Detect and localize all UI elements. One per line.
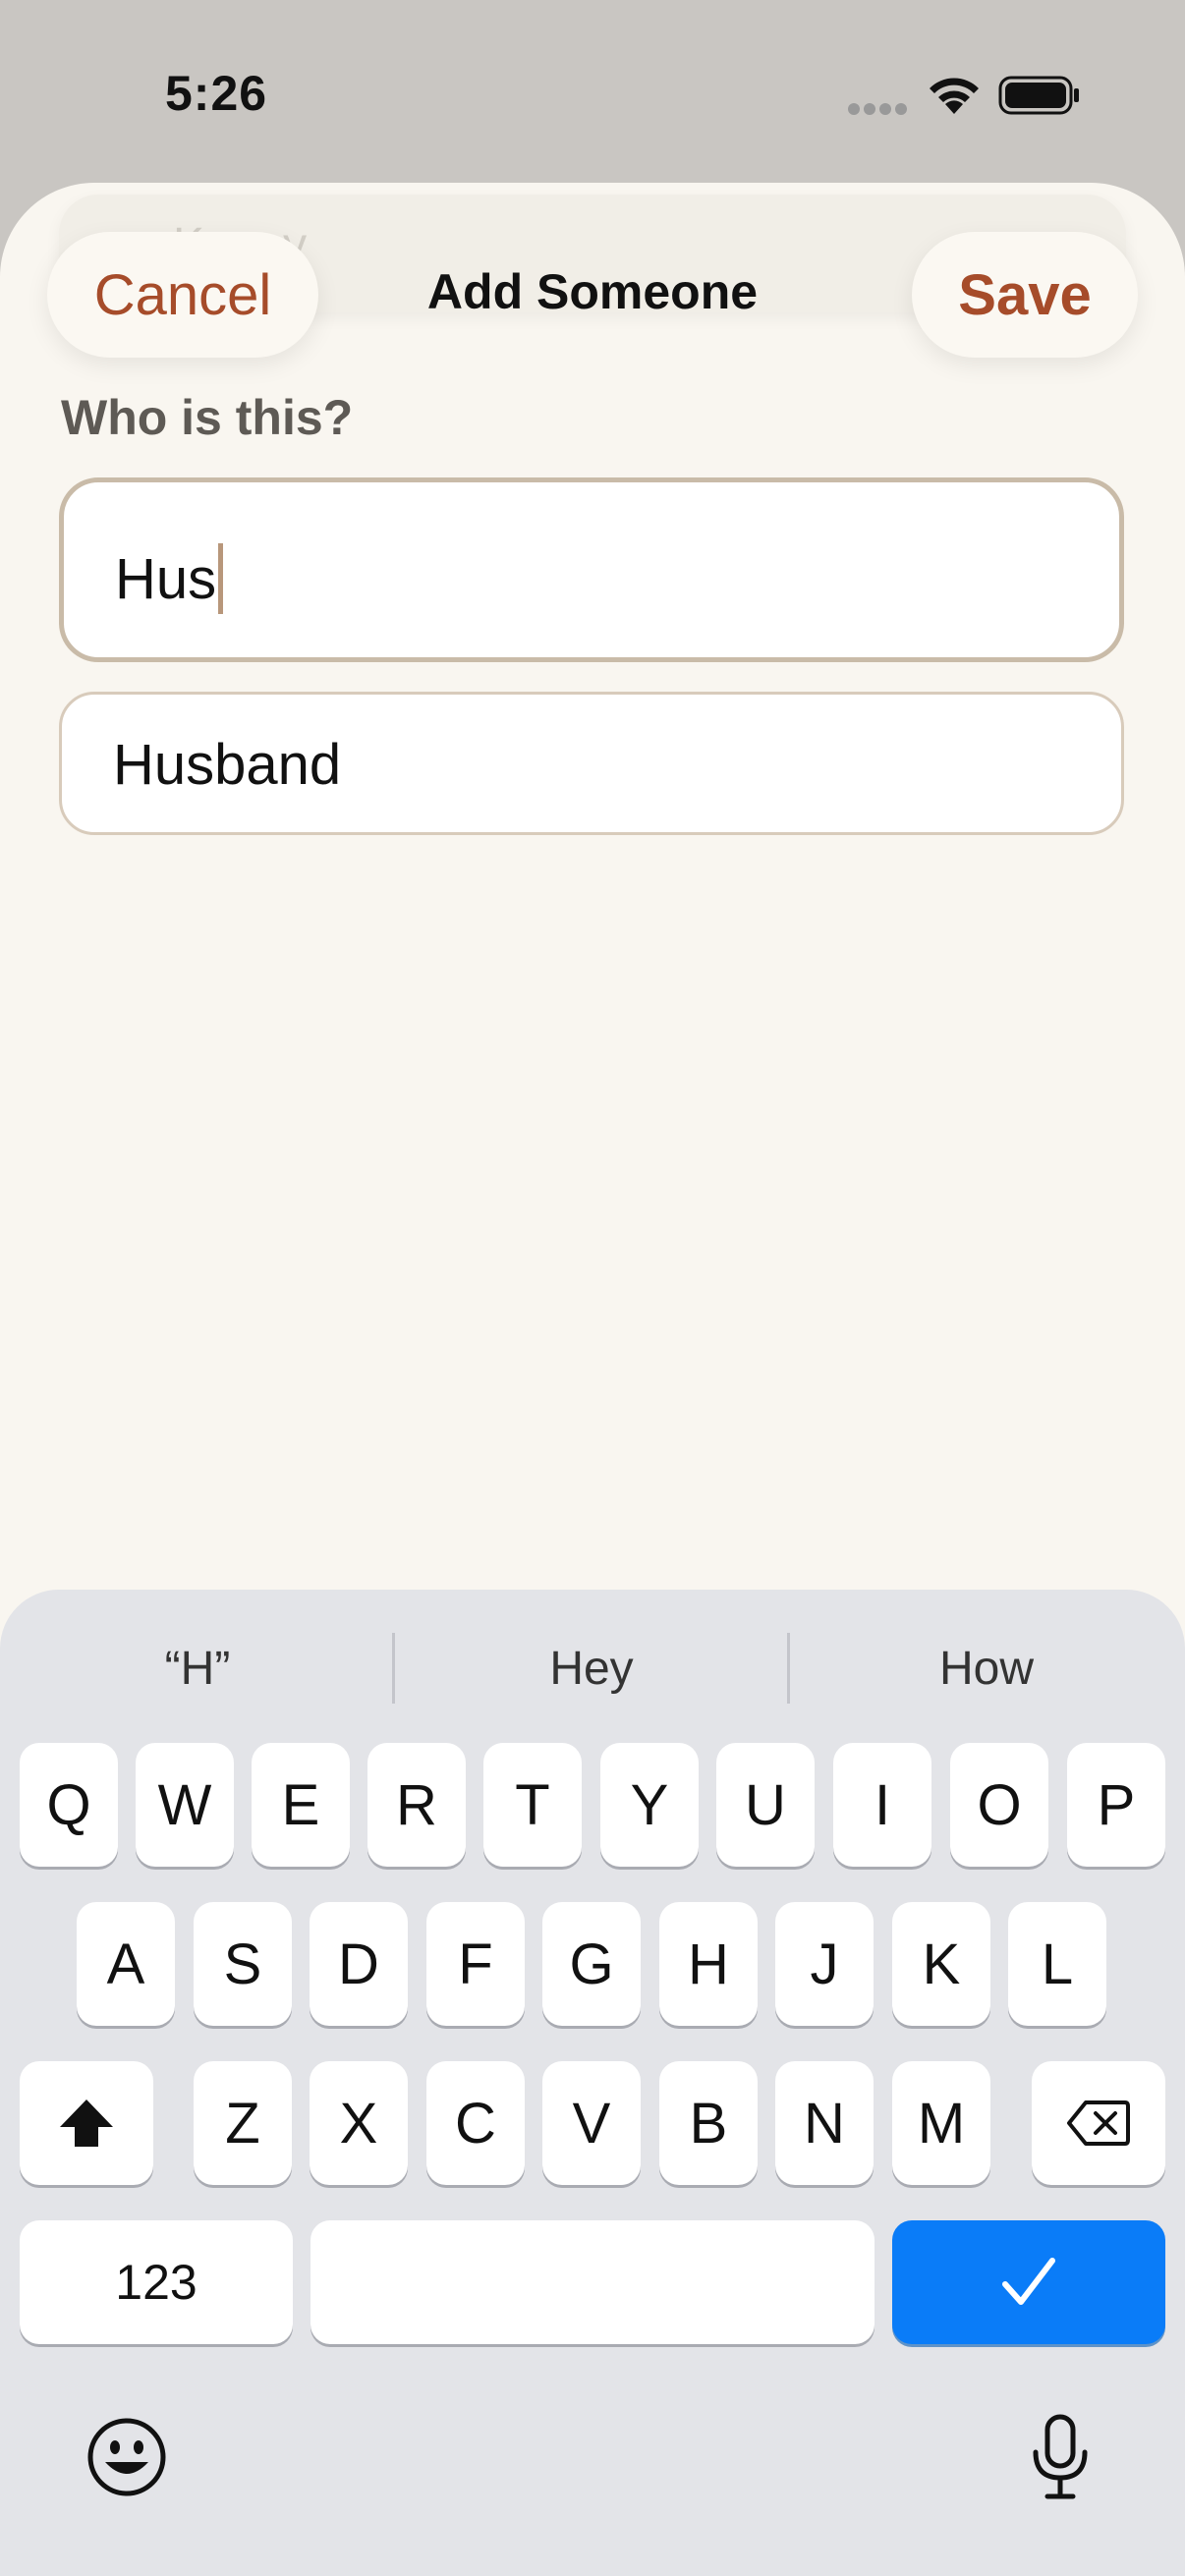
shift-icon xyxy=(60,2100,113,2147)
key-j[interactable]: J xyxy=(775,1902,874,2026)
prediction-1[interactable]: “H” xyxy=(1,1625,394,1711)
delete-backward-icon xyxy=(1067,2100,1130,2146)
emoji-icon xyxy=(87,2418,166,2496)
key-s[interactable]: S xyxy=(194,1902,292,2026)
name-input-value: Hus xyxy=(115,546,217,611)
key-c[interactable]: C xyxy=(426,2061,525,2185)
key-z[interactable]: Z xyxy=(194,2061,292,2185)
done-key[interactable] xyxy=(892,2220,1165,2344)
key-b[interactable]: B xyxy=(659,2061,758,2185)
key-h[interactable]: H xyxy=(659,1902,758,2026)
key-v[interactable]: V xyxy=(542,2061,641,2185)
emoji-button[interactable] xyxy=(83,2413,171,2501)
text-cursor xyxy=(218,543,224,614)
dictation-button[interactable] xyxy=(1016,2407,1104,2507)
numbers-key[interactable]: 123 xyxy=(20,2220,293,2344)
microphone-icon xyxy=(1033,2414,1088,2499)
delete-key[interactable] xyxy=(1032,2061,1165,2185)
key-y[interactable]: Y xyxy=(600,1743,699,1867)
predictive-bar: “H” Hey How xyxy=(0,1625,1185,1711)
suggestion-item[interactable]: Husband xyxy=(59,692,1124,835)
space-key[interactable] xyxy=(310,2220,875,2344)
key-n[interactable]: N xyxy=(775,2061,874,2185)
key-t[interactable]: T xyxy=(483,1743,582,1867)
key-p[interactable]: P xyxy=(1067,1743,1165,1867)
key-u[interactable]: U xyxy=(716,1743,815,1867)
key-q[interactable]: Q xyxy=(20,1743,118,1867)
shift-key[interactable] xyxy=(20,2061,153,2185)
status-time: 5:26 xyxy=(165,66,268,121)
key-k[interactable]: K xyxy=(892,1902,990,2026)
keyboard: “H” Hey How Q W E R T Y U I O P A S D F … xyxy=(0,1590,1185,2576)
key-d[interactable]: D xyxy=(310,1902,408,2026)
save-button[interactable]: Save xyxy=(912,232,1138,358)
checkmark-icon xyxy=(1002,2258,1055,2305)
prediction-2[interactable]: Hey xyxy=(395,1625,788,1711)
who-is-this-label: Who is this? xyxy=(61,390,354,445)
key-i[interactable]: I xyxy=(833,1743,931,1867)
key-w[interactable]: W xyxy=(136,1743,234,1867)
name-input[interactable]: Hus xyxy=(59,477,1124,662)
key-g[interactable]: G xyxy=(542,1902,641,2026)
key-r[interactable]: R xyxy=(367,1743,466,1867)
key-e[interactable]: E xyxy=(252,1743,350,1867)
status-bar: 5:26 xyxy=(0,0,1185,187)
key-o[interactable]: O xyxy=(950,1743,1048,1867)
key-a[interactable]: A xyxy=(77,1902,175,2026)
wifi-icon xyxy=(930,78,979,114)
cellular-signal-icon xyxy=(848,103,907,115)
key-m[interactable]: M xyxy=(892,2061,990,2185)
key-l[interactable]: L xyxy=(1008,1902,1106,2026)
key-x[interactable]: X xyxy=(310,2061,408,2185)
suggestion-label: Husband xyxy=(113,733,342,797)
battery-icon xyxy=(998,76,1079,115)
prediction-3[interactable]: How xyxy=(790,1625,1183,1711)
key-f[interactable]: F xyxy=(426,1902,525,2026)
